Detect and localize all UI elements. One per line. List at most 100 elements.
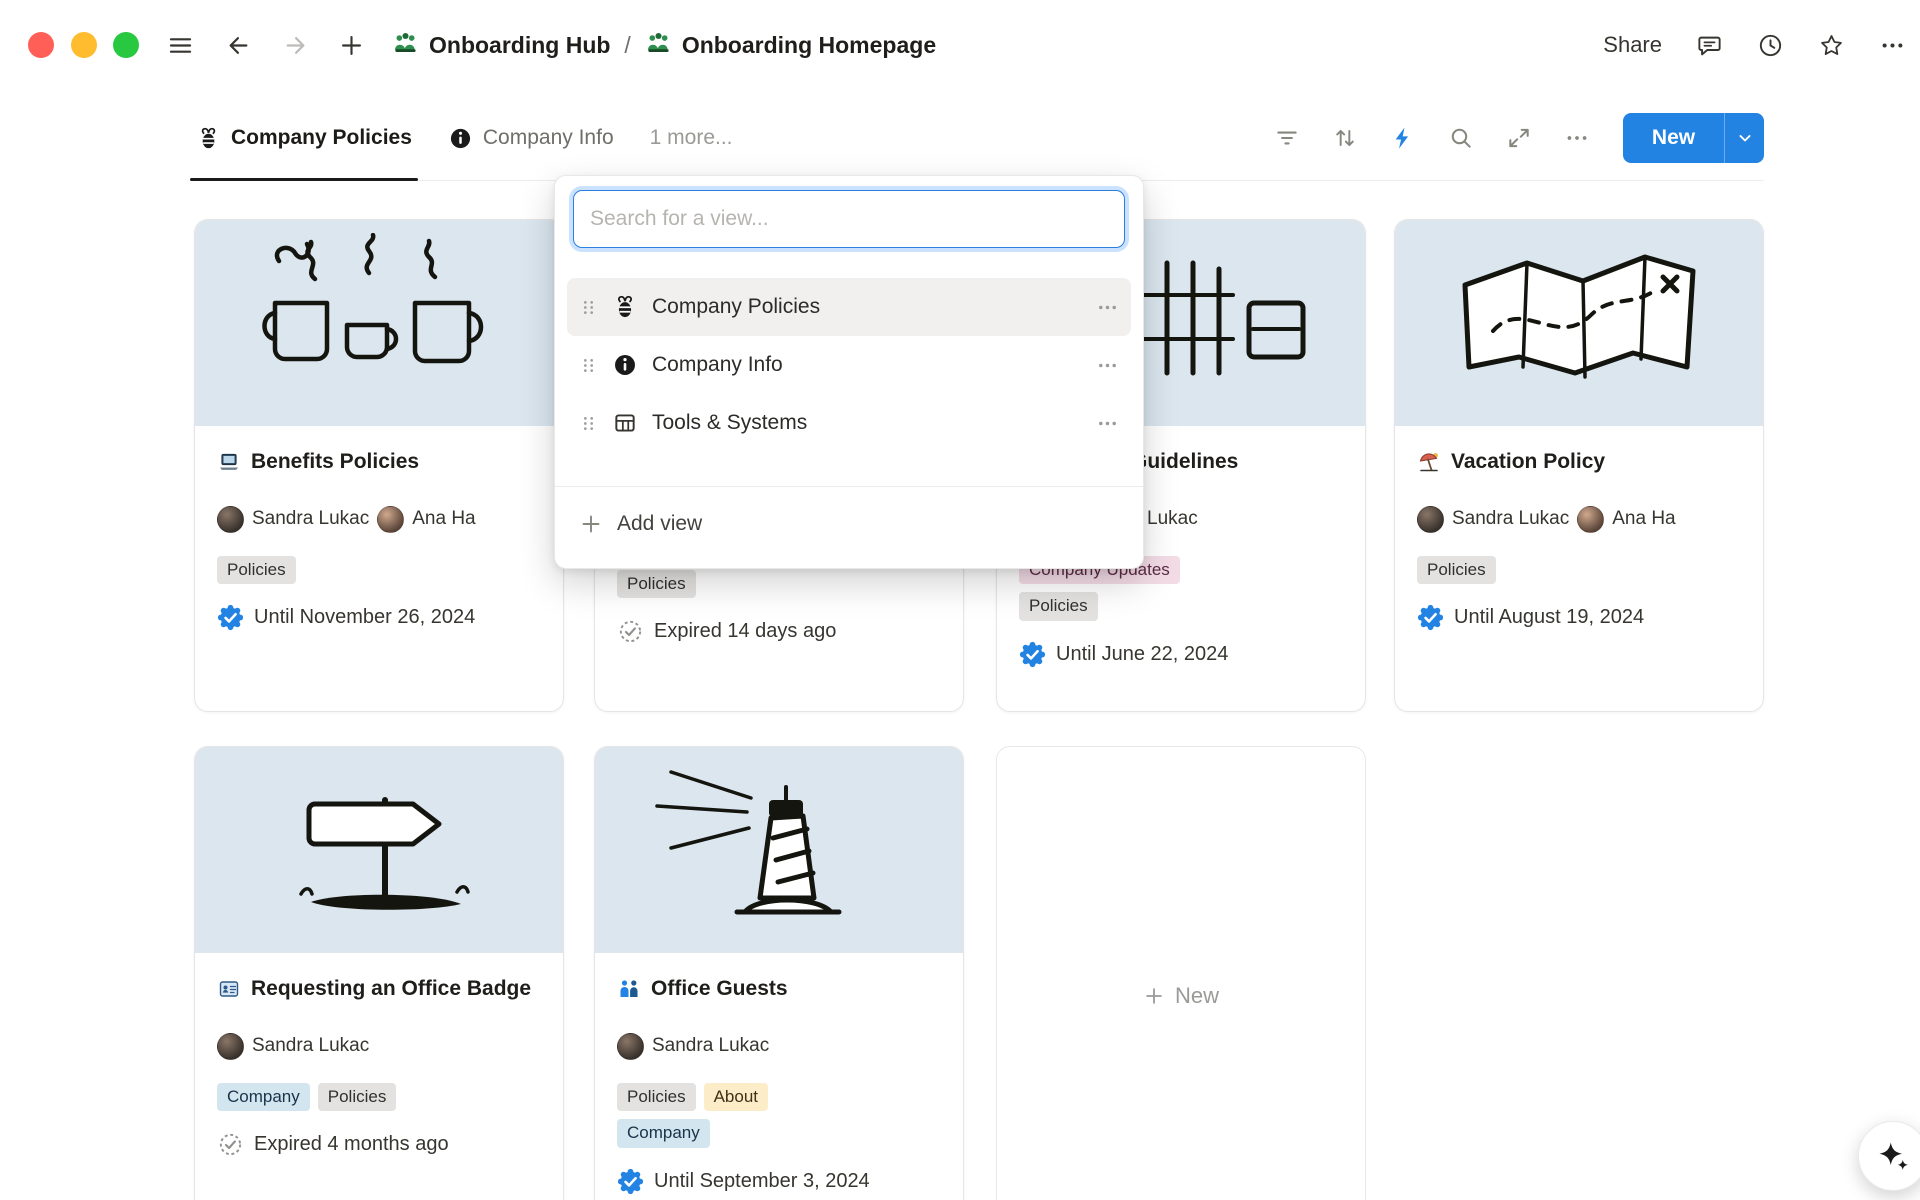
back-icon[interactable] — [224, 31, 252, 59]
bee-icon — [196, 126, 221, 151]
status-text: Until September 3, 2024 — [654, 1170, 870, 1193]
status-text: Until August 19, 2024 — [1454, 606, 1644, 629]
author-name: Ana Ha — [412, 508, 475, 530]
new-card-button[interactable]: New — [996, 746, 1366, 1200]
avatar-sandra — [617, 1033, 644, 1060]
breadcrumb-label: Onboarding Hub — [429, 32, 610, 59]
tag-chip: Policies — [318, 1083, 397, 1111]
author-name: Ana Ha — [1612, 508, 1675, 530]
badge-icon — [217, 977, 241, 1001]
add-view-label: Add view — [617, 512, 702, 536]
new-button-dropdown[interactable] — [1724, 113, 1764, 163]
status-text: Until June 22, 2024 — [1056, 643, 1228, 666]
author-name: Sandra Lukac — [252, 1035, 369, 1057]
expired-check-icon — [617, 618, 644, 645]
avatar-sandra — [1417, 506, 1444, 533]
card-title: Benefits Policies — [251, 448, 419, 476]
team-green-icon — [392, 29, 419, 62]
tab-label: Company Info — [483, 126, 614, 150]
breadcrumb-item-homepage[interactable]: Onboarding Homepage — [645, 29, 936, 62]
drag-handle-icon[interactable] — [579, 356, 598, 375]
laptop-icon — [217, 450, 241, 474]
view-search-popup: Company Policies Company Info — [554, 175, 1144, 569]
author-name: Sandra Lukac — [252, 508, 369, 530]
view-option-more-icon[interactable] — [1096, 412, 1119, 435]
filter-icon[interactable] — [1274, 125, 1300, 151]
info-icon — [448, 126, 473, 151]
tags-row: Company Policies — [217, 1083, 541, 1111]
tag-chip: Policies — [1417, 556, 1496, 584]
card-benefits-policies[interactable]: Benefits Policies Sandra Lukac Ana Ha Po… — [194, 219, 564, 712]
plus-icon — [1143, 985, 1165, 1007]
card-office-guests[interactable]: Office Guests Sandra Lukac Policies Abou… — [594, 746, 964, 1200]
add-view-button[interactable]: Add view — [555, 486, 1143, 560]
comments-icon[interactable] — [1696, 32, 1723, 59]
sort-icon[interactable] — [1332, 125, 1358, 151]
view-toolbar: Company Policies Company Info 1 more... — [196, 96, 1764, 181]
tag-chip: Company — [217, 1083, 310, 1111]
new-button-label: New — [1623, 126, 1724, 150]
breadcrumb-item-hub[interactable]: Onboarding Hub — [392, 29, 610, 62]
status-text: Until November 26, 2024 — [254, 606, 475, 629]
view-option-company-info[interactable]: Company Info — [567, 336, 1131, 394]
tab-company-info[interactable]: Company Info — [448, 96, 614, 180]
avatar-ana — [377, 506, 404, 533]
minimize-window-button[interactable] — [71, 32, 97, 58]
new-card-label: New — [1175, 983, 1219, 1009]
tab-company-policies[interactable]: Company Policies — [196, 96, 412, 180]
plus-icon — [579, 512, 603, 536]
people-icon — [617, 977, 641, 1001]
bee-icon — [612, 294, 638, 320]
view-tabs: Company Policies Company Info 1 more... — [196, 96, 733, 180]
history-icon[interactable] — [1757, 32, 1784, 59]
tags-row: Policies — [1417, 556, 1741, 584]
drag-handle-icon[interactable] — [579, 298, 598, 317]
status-row: Expired 4 months ago — [217, 1131, 541, 1158]
view-option-tools-systems[interactable]: Tools & Systems — [567, 394, 1131, 452]
tag-chip: Company — [617, 1119, 710, 1147]
author-name: Sandra Lukac — [1452, 508, 1569, 530]
view-option-label: Tools & Systems — [652, 411, 1082, 435]
sidebar-toggle-icon[interactable] — [166, 31, 194, 59]
card-office-badge[interactable]: Requesting an Office Badge Sandra Lukac … — [194, 746, 564, 1200]
tags-row: Policies About — [617, 1083, 941, 1111]
ai-assistant-button[interactable] — [1858, 1121, 1920, 1191]
verified-check-icon — [617, 1168, 644, 1195]
author-name: Lukac — [1147, 508, 1198, 530]
view-option-more-icon[interactable] — [1096, 354, 1119, 377]
favorite-star-icon[interactable] — [1818, 32, 1845, 59]
zoom-window-button[interactable] — [113, 32, 139, 58]
share-button[interactable]: Share — [1603, 32, 1662, 58]
expand-icon[interactable] — [1506, 125, 1532, 151]
authors-row: Sandra Lukac — [617, 1029, 941, 1063]
titlebar: Onboarding Hub / Onboarding Homepage Sha… — [0, 0, 1920, 90]
drag-handle-icon[interactable] — [579, 414, 598, 433]
authors-row: Sandra Lukac — [217, 1029, 541, 1063]
breadcrumb: Onboarding Hub / Onboarding Homepage — [392, 0, 936, 90]
forward-icon[interactable] — [281, 31, 309, 59]
card-vacation-policy[interactable]: Vacation Policy Sandra Lukac Ana Ha Poli… — [1394, 219, 1764, 712]
new-page-icon[interactable] — [337, 31, 365, 59]
avatar-ana — [1577, 506, 1604, 533]
automations-bolt-icon[interactable] — [1390, 125, 1416, 151]
tag-chip: Policies — [217, 556, 296, 584]
card-title: Vacation Policy — [1451, 448, 1605, 476]
status-text: Expired 4 months ago — [254, 1133, 449, 1156]
close-window-button[interactable] — [28, 32, 54, 58]
search-icon[interactable] — [1448, 125, 1474, 151]
card-title: Requesting an Office Badge — [251, 975, 531, 1003]
view-more-icon[interactable] — [1564, 125, 1590, 151]
new-button[interactable]: New — [1623, 113, 1764, 163]
view-search-input[interactable] — [573, 190, 1125, 248]
tag-chip: Policies — [617, 1083, 696, 1111]
card-title: Guidelines — [1131, 448, 1238, 476]
tags-row: Policies — [1019, 592, 1343, 620]
view-option-company-policies[interactable]: Company Policies — [567, 278, 1131, 336]
view-option-more-icon[interactable] — [1096, 296, 1119, 319]
authors-row: Sandra Lukac Ana Ha — [1417, 502, 1741, 536]
more-views-button[interactable]: 1 more... — [650, 126, 733, 150]
status-row: Until June 22, 2024 — [1019, 641, 1343, 668]
more-options-icon[interactable] — [1879, 32, 1906, 59]
avatar-sandra — [217, 1033, 244, 1060]
team-green-icon — [645, 29, 672, 62]
